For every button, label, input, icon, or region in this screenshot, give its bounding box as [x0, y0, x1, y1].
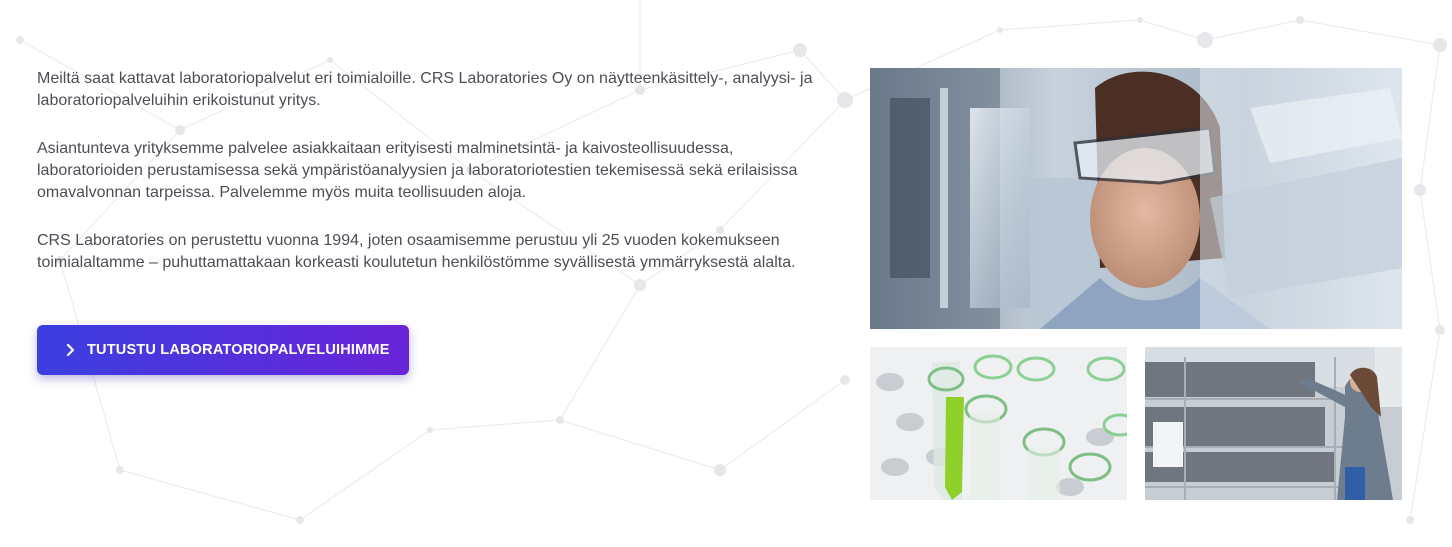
intro-paragraph-2: Asiantunteva yrityksemme palvelee asiakk…: [37, 140, 798, 201]
chevron-right-icon: [66, 343, 75, 357]
intro-section: Meiltä saat kattavat laboratoriopalvelut…: [0, 0, 1452, 547]
explore-lab-services-label: TUTUSTU LABORATORIOPALVELUIHIMME: [87, 342, 390, 358]
explore-lab-services-button[interactable]: TUTUSTU LABORATORIOPALVELUIHIMME: [37, 325, 409, 375]
intro-paragraph-1: Meiltä saat kattavat laboratoriopalvelut…: [37, 70, 813, 109]
sample-shelves-photo: [1145, 347, 1402, 500]
intro-text: Meiltä saat kattavat laboratoriopalvelut…: [37, 68, 837, 300]
lab-scientist-photo: [870, 68, 1402, 329]
test-tubes-photo: [870, 347, 1127, 500]
intro-paragraph-3: CRS Laboratories on perustettu vuonna 19…: [37, 232, 796, 271]
